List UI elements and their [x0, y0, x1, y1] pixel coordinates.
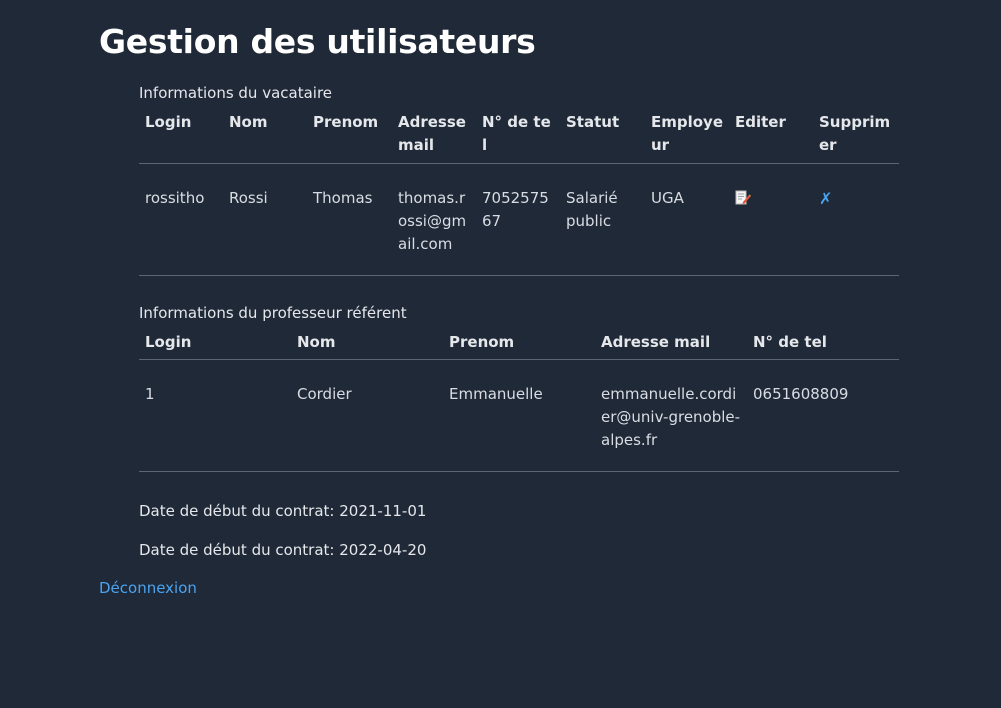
col-header-statut: Statut: [566, 113, 620, 131]
page-title: Gestion des utilisateurs: [99, 22, 536, 61]
cell-prenom: Emmanuelle: [449, 384, 543, 403]
col-header-supprimer: Supprimer: [819, 113, 891, 154]
col-header-editer: Editer: [735, 113, 786, 131]
delete-icon[interactable]: ✗: [819, 189, 832, 208]
cell-editer: [729, 164, 813, 276]
cell-employeur: UGA: [651, 189, 684, 207]
vacataire-caption: Informations du vacataire: [139, 84, 333, 102]
col-header-tel: N° de tel: [753, 333, 827, 351]
cell-nom: Rossi: [229, 189, 268, 207]
col-header-prenom: Prenom: [313, 113, 379, 131]
col-header-mail: Adresse mail: [398, 113, 466, 154]
cell-mail: thomas.rossi@gmail.com: [398, 189, 467, 253]
vacataire-table: Login Nom Prenom Adresse mail N° de tel …: [139, 111, 899, 276]
vacataire-header-row: Login Nom Prenom Adresse mail N° de tel …: [139, 111, 899, 164]
col-header-employeur: Employeur: [651, 113, 724, 154]
col-header-mail: Adresse mail: [601, 333, 711, 351]
page: Gestion des utilisateurs Informations du…: [0, 0, 1001, 708]
col-header-login: Login: [145, 113, 192, 131]
logout-link[interactable]: Déconnexion: [99, 578, 197, 598]
col-header-login: Login: [145, 333, 192, 351]
col-header-tel: N° de tel: [482, 113, 551, 154]
cell-login: 1: [145, 384, 155, 403]
cell-prenom: Thomas: [313, 189, 373, 207]
cell-login: rossitho: [145, 189, 205, 207]
edit-document-icon[interactable]: [735, 190, 751, 206]
contract-start-date: Date de début du contrat: 2021-11-01: [139, 502, 427, 520]
referent-table: Login Nom Prenom Adresse mail N° de tel …: [139, 331, 899, 472]
contract-end-date: Date de début du contrat: 2022-04-20: [139, 541, 427, 559]
table-row: rossitho Rossi Thomas thomas.rossi@gmail…: [139, 164, 899, 276]
col-header-nom: Nom: [297, 333, 336, 351]
referent-header-row: Login Nom Prenom Adresse mail N° de tel: [139, 331, 899, 359]
col-header-prenom: Prenom: [449, 333, 515, 351]
cell-tel: 0651608809: [753, 384, 849, 403]
cell-tel: 705257567: [482, 189, 549, 230]
cell-nom: Cordier: [297, 384, 352, 403]
referent-caption: Informations du professeur référent: [139, 304, 407, 322]
cell-supprimer: ✗: [813, 164, 899, 276]
cell-mail: emmanuelle.cordier@univ-grenoble-alpes.f…: [601, 384, 741, 449]
referent-section: Informations du professeur référent Logi…: [139, 303, 899, 472]
cell-statut: Salarié public: [566, 189, 618, 230]
col-header-nom: Nom: [229, 113, 268, 131]
table-row: 1 Cordier Emmanuelle emmanuelle.cordier@…: [139, 359, 899, 471]
vacataire-section: Informations du vacataire Login Nom Pren…: [139, 83, 899, 276]
